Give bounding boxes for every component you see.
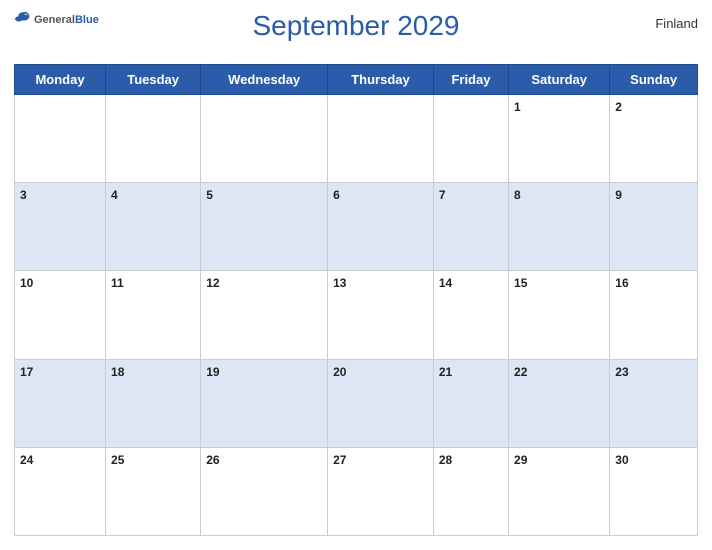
calendar-cell xyxy=(328,95,434,183)
week-row-4: 17 18 19 20 21 22 23 xyxy=(15,359,698,447)
calendar-cell: 16 xyxy=(610,271,698,359)
date-number: 26 xyxy=(206,453,219,467)
calendar-cell: 29 xyxy=(509,447,610,535)
date-number: 15 xyxy=(514,276,527,290)
calendar-cell: 28 xyxy=(433,447,508,535)
weekday-sunday: Sunday xyxy=(610,65,698,95)
calendar-cell: 20 xyxy=(328,359,434,447)
calendar-cell: 11 xyxy=(106,271,201,359)
calendar-cell: 23 xyxy=(610,359,698,447)
calendar-table: Monday Tuesday Wednesday Thursday Friday… xyxy=(14,64,698,536)
calendar-cell: 22 xyxy=(509,359,610,447)
calendar-cell xyxy=(433,95,508,183)
date-number: 23 xyxy=(615,365,628,379)
date-number: 25 xyxy=(111,453,124,467)
calendar-cell: 6 xyxy=(328,183,434,271)
date-number: 12 xyxy=(206,276,219,290)
calendar-cell: 15 xyxy=(509,271,610,359)
date-number: 13 xyxy=(333,276,346,290)
date-number: 24 xyxy=(20,453,33,467)
calendar-cell: 21 xyxy=(433,359,508,447)
logo: GeneralBlue xyxy=(14,10,99,28)
logo-blue: Blue xyxy=(75,14,99,26)
date-number: 4 xyxy=(111,188,118,202)
date-number: 22 xyxy=(514,365,527,379)
calendar-title: September 2029 xyxy=(252,10,459,42)
weekday-header-row: Monday Tuesday Wednesday Thursday Friday… xyxy=(15,65,698,95)
date-number: 9 xyxy=(615,188,622,202)
calendar-cell: 25 xyxy=(106,447,201,535)
calendar-cell: 12 xyxy=(201,271,328,359)
calendar-body: 1234567891011121314151617181920212223242… xyxy=(15,95,698,536)
calendar-cell xyxy=(106,95,201,183)
calendar-cell: 1 xyxy=(509,95,610,183)
logo-text: GeneralBlue xyxy=(34,10,99,28)
date-number: 18 xyxy=(111,365,124,379)
weekday-friday: Friday xyxy=(433,65,508,95)
week-row-3: 10 11 12 13 14 15 16 xyxy=(15,271,698,359)
calendar-header: GeneralBlue September 2029 Finland xyxy=(14,10,698,60)
date-number: 29 xyxy=(514,453,527,467)
week-row-2: 3 4 5 6 7 8 9 xyxy=(15,183,698,271)
weekday-thursday: Thursday xyxy=(328,65,434,95)
date-number: 2 xyxy=(615,100,622,114)
date-number: 6 xyxy=(333,188,340,202)
calendar-cell: 17 xyxy=(15,359,106,447)
calendar-cell: 5 xyxy=(201,183,328,271)
calendar-cell: 7 xyxy=(433,183,508,271)
week-row-1: 12 xyxy=(15,95,698,183)
calendar-cell: 18 xyxy=(106,359,201,447)
date-number: 3 xyxy=(20,188,27,202)
date-number: 28 xyxy=(439,453,452,467)
date-number: 19 xyxy=(206,365,219,379)
date-number: 7 xyxy=(439,188,446,202)
calendar-cell: 24 xyxy=(15,447,106,535)
calendar-cell: 2 xyxy=(610,95,698,183)
date-number: 5 xyxy=(206,188,213,202)
weekday-tuesday: Tuesday xyxy=(106,65,201,95)
calendar-cell: 9 xyxy=(610,183,698,271)
date-number: 10 xyxy=(20,276,33,290)
calendar-cell: 10 xyxy=(15,271,106,359)
weekday-monday: Monday xyxy=(15,65,106,95)
date-number: 17 xyxy=(20,365,33,379)
calendar-cell: 4 xyxy=(106,183,201,271)
calendar-cell xyxy=(15,95,106,183)
calendar-cell: 27 xyxy=(328,447,434,535)
calendar-cell: 19 xyxy=(201,359,328,447)
week-row-5: 24 25 26 27 28 29 30 xyxy=(15,447,698,535)
date-number: 30 xyxy=(615,453,628,467)
date-number: 8 xyxy=(514,188,521,202)
calendar-cell: 8 xyxy=(509,183,610,271)
calendar-cell: 14 xyxy=(433,271,508,359)
calendar-cell: 30 xyxy=(610,447,698,535)
calendar-cell: 26 xyxy=(201,447,328,535)
date-number: 11 xyxy=(111,276,124,290)
weekday-wednesday: Wednesday xyxy=(201,65,328,95)
logo-general: General xyxy=(34,14,75,26)
date-number: 27 xyxy=(333,453,346,467)
date-number: 1 xyxy=(514,100,521,114)
date-number: 16 xyxy=(615,276,628,290)
logo-bird-icon xyxy=(14,10,32,28)
calendar-cell: 3 xyxy=(15,183,106,271)
date-number: 14 xyxy=(439,276,452,290)
date-number: 21 xyxy=(439,365,452,379)
calendar-cell xyxy=(201,95,328,183)
weekday-saturday: Saturday xyxy=(509,65,610,95)
calendar-cell: 13 xyxy=(328,271,434,359)
country-label: Finland xyxy=(655,16,698,31)
date-number: 20 xyxy=(333,365,346,379)
calendar-container: GeneralBlue September 2029 Finland Monda… xyxy=(0,0,712,550)
